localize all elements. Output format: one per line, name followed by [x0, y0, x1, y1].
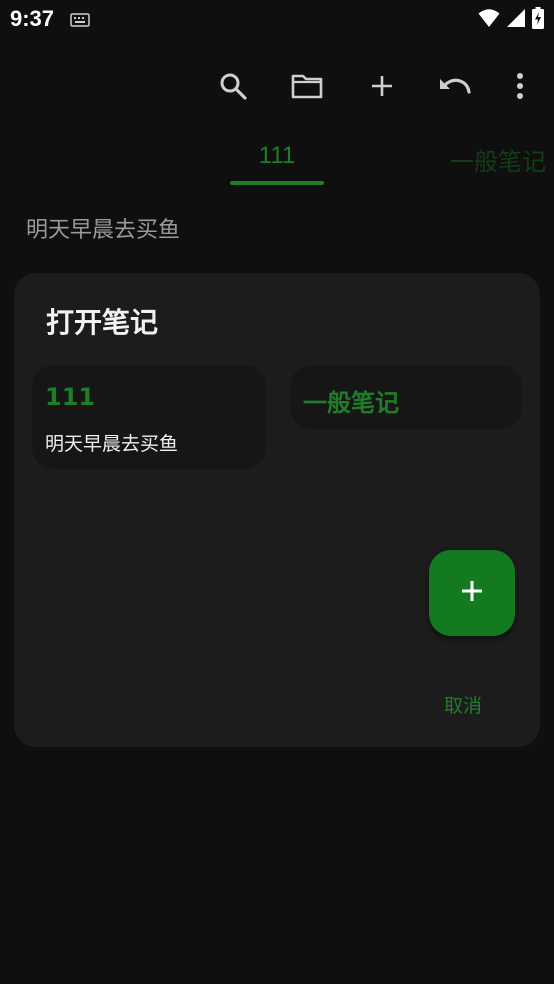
battery-charging-icon — [532, 7, 544, 33]
tab-111[interactable]: 111 — [230, 142, 324, 170]
toolbar — [0, 64, 554, 110]
undo-icon — [438, 74, 472, 102]
notebook-card-preview: 明天早晨去买鱼 — [45, 433, 179, 455]
more-vertical-icon — [515, 72, 525, 104]
tab-indicator — [230, 181, 324, 185]
notebook-card-title: 111 — [45, 383, 96, 411]
undo-button[interactable] — [437, 70, 473, 106]
notebook-tabs: 111 一般笔记 — [0, 130, 554, 190]
wifi-icon — [478, 8, 500, 32]
add-notebook-fab[interactable] — [429, 550, 515, 636]
search-button[interactable] — [215, 70, 251, 106]
notebook-card-general-notes[interactable]: 一般笔记 — [290, 365, 522, 429]
signal-icon — [506, 8, 526, 32]
dialog-title: 打开笔记 — [46, 306, 159, 339]
add-button[interactable] — [364, 70, 400, 106]
folder-button[interactable] — [289, 70, 325, 106]
add-icon — [370, 74, 394, 102]
tab-general-notes[interactable]: 一般笔记 — [450, 142, 546, 177]
note-list-item[interactable]: 明天早晨去买鱼 — [26, 212, 180, 244]
notebook-card-111[interactable]: 111 明天早晨去买鱼 — [32, 365, 266, 469]
status-bar: 9:37 — [0, 0, 554, 38]
notebook-card-title: 一般笔记 — [303, 389, 399, 417]
cancel-button[interactable]: 取消 — [444, 691, 482, 718]
status-time: 9:37 — [10, 6, 55, 31]
keyboard-icon — [70, 12, 90, 31]
folder-icon — [291, 73, 323, 103]
open-note-dialog: 打开笔记 111 明天早晨去买鱼 一般笔记 取消 — [14, 273, 540, 747]
search-icon — [219, 72, 247, 104]
add-icon — [460, 579, 484, 607]
more-button[interactable] — [502, 70, 538, 106]
